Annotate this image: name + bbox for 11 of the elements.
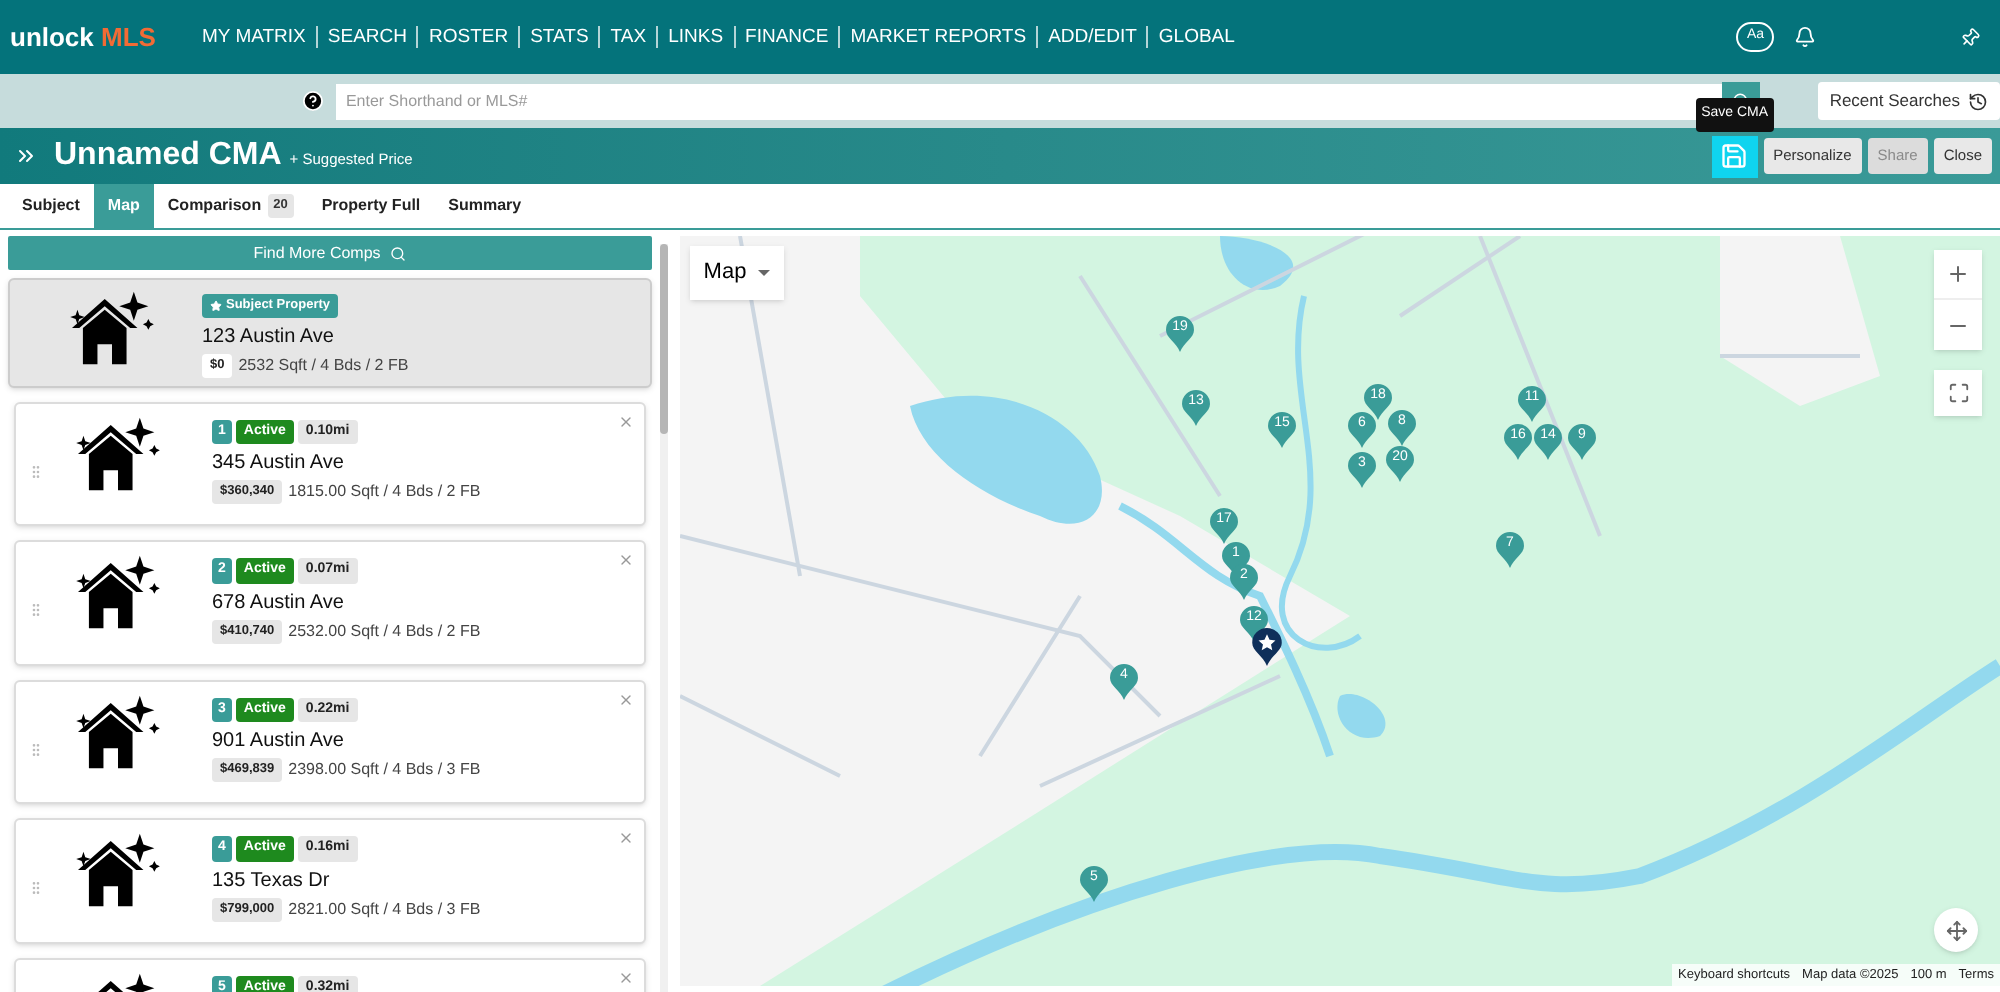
subject-address: 123 Austin Ave	[202, 323, 336, 352]
comp-details: 1815.00 Sqft / 4 Bds / 2 FB	[288, 480, 481, 505]
comp-details: 2532.00 Sqft / 4 Bds / 2 FB	[288, 619, 481, 644]
comp-address: 135 Texas Dr	[212, 867, 332, 896]
comp-address: 678 Austin Ave	[212, 589, 346, 618]
comp-address: 345 Austin Ave	[212, 450, 346, 479]
subject-details: 2532 Sqft / 4 Bds / 2 FB	[238, 353, 409, 378]
comp-details: 2398.00 Sqft / 4 Bds / 3 FB	[288, 758, 481, 783]
comp-details: 2821.00 Sqft / 4 Bds / 3 FB	[288, 897, 481, 922]
cma-title: Unnamed CMA	[54, 136, 282, 176]
comp-address: 901 Austin Ave	[212, 728, 346, 757]
